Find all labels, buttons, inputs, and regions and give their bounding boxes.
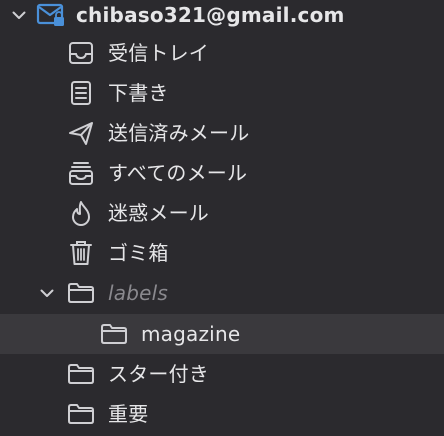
paper-plane-icon [66,118,96,148]
flame-junk-icon [66,198,96,228]
folder-magazine[interactable]: magazine [0,314,444,354]
mailbox-drafts[interactable]: 下書き [0,73,444,113]
mailbox-label: 送信済みメール [108,121,250,145]
mailbox-all-mail[interactable]: すべてのメール [0,153,444,193]
mailbox-junk[interactable]: 迷惑メール [0,193,444,233]
folder-icon [66,359,96,389]
folder-group-labels[interactable]: labels [0,273,444,313]
folder-starred[interactable]: スター付き [0,354,444,394]
envelope-lock-icon [36,0,66,30]
folder-icon [99,319,129,349]
folder-label: 重要 [108,402,149,426]
account-email: chibaso321@gmail.com [76,3,345,27]
mailbox-inbox[interactable]: 受信トレイ [0,33,444,73]
folder-group-label: labels [108,281,168,305]
mailbox-sent[interactable]: 送信済みメール [0,113,444,153]
account-row[interactable]: chibaso321@gmail.com [0,0,444,35]
mailbox-label: 下書き [108,81,169,105]
archive-box-icon [66,158,96,188]
draft-document-icon [66,78,96,108]
chevron-down-icon[interactable] [8,4,30,26]
chevron-down-icon[interactable] [36,282,58,304]
mailbox-trash[interactable]: ゴミ箱 [0,233,444,273]
folder-important[interactable]: 重要 [0,394,444,434]
mailbox-sidebar: chibaso321@gmail.com 受信トレイ 下書き 送信済みメール す… [0,0,444,436]
inbox-tray-icon [66,38,96,68]
folder-icon [66,278,96,308]
mailbox-label: ゴミ箱 [108,241,169,265]
mailbox-label: すべてのメール [108,161,248,185]
trash-icon [66,238,96,268]
folder-label: スター付き [108,362,209,386]
folder-icon [66,399,96,429]
mailbox-label: 迷惑メール [108,201,209,225]
mailbox-label: 受信トレイ [108,41,209,65]
folder-label: magazine [141,322,241,346]
